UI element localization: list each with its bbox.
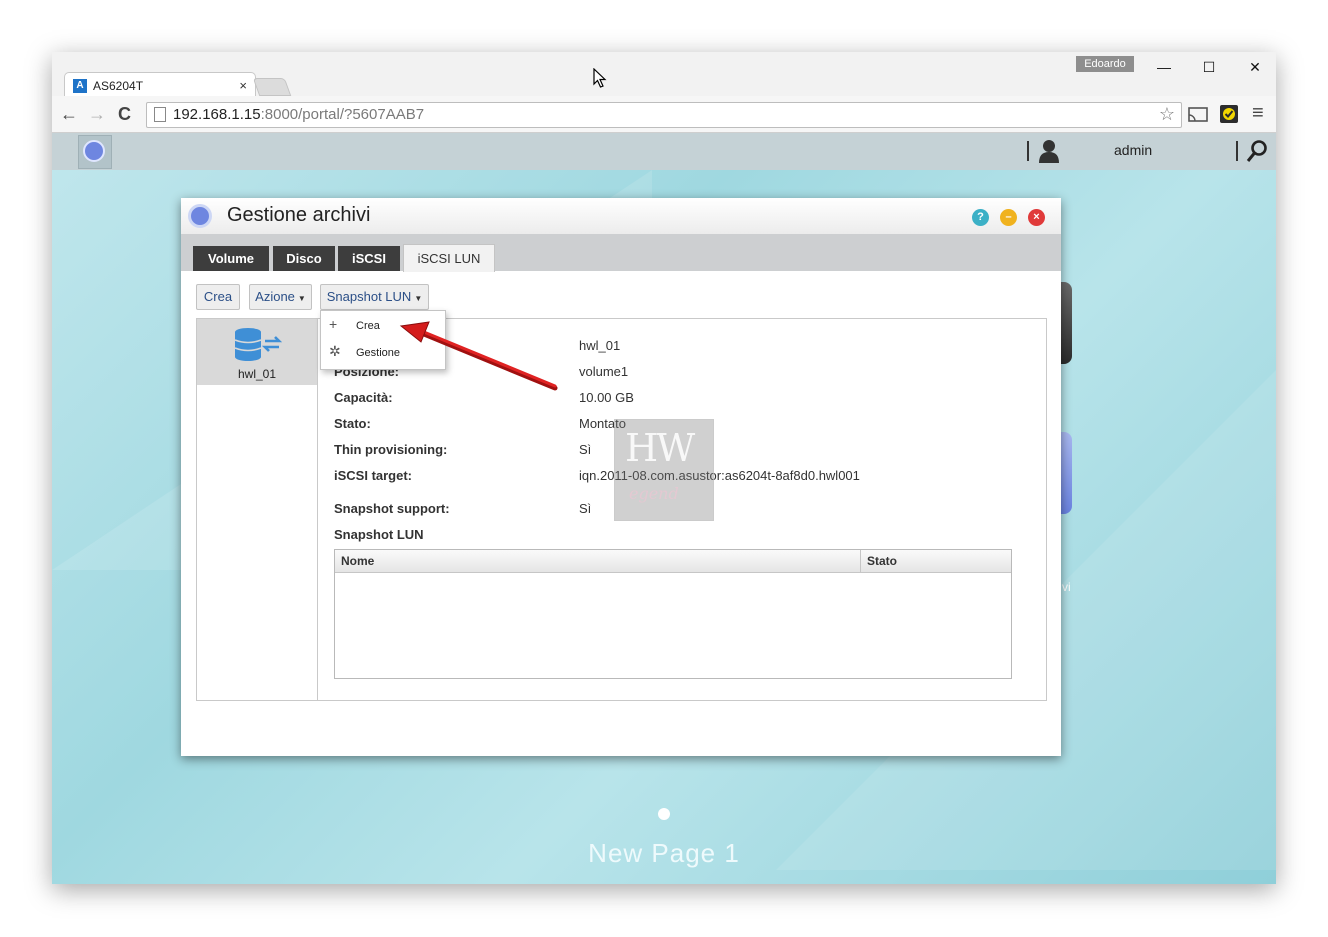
browser-window: A AS6204T × Edoardo — ☐ ✕ ← → C 192.168.…: [52, 52, 1276, 884]
help-button[interactable]: ?: [972, 209, 989, 226]
lun-name: hwl_01: [237, 367, 277, 381]
posizione-value: volume1: [579, 364, 629, 379]
window-tabs: Volume Disco iSCSI iSCSI LUN: [181, 234, 1061, 272]
nas-home-button[interactable]: [78, 135, 112, 169]
snapshot-lun-menu: + Crea ✲ Gestione: [320, 310, 446, 370]
watermark-logo: HW egend: [614, 419, 714, 521]
table-header: Nome Stato: [335, 550, 1011, 573]
url-text[interactable]: 192.168.1.15:8000/portal/?5607AAB7: [173, 106, 424, 123]
gear-icon: ✲: [329, 343, 341, 359]
browser-tab[interactable]: A AS6204T ×: [64, 72, 256, 99]
snapshot-support-value: Sì: [579, 501, 592, 516]
bar-divider: [1236, 141, 1238, 161]
user-icon[interactable]: [1038, 139, 1060, 163]
tab-volume[interactable]: Volume: [193, 246, 269, 271]
capacita-value: 10.00 GB: [579, 390, 634, 405]
snapshot-table: Nome Stato: [334, 549, 1012, 679]
window-close-button[interactable]: ✕: [1240, 58, 1270, 76]
window-title: Gestione archivi: [227, 204, 371, 226]
admin-username[interactable]: admin: [1114, 142, 1152, 158]
iscsi-target-label: iSCSI target:: [334, 468, 413, 483]
tab-disco[interactable]: Disco: [273, 246, 335, 271]
reload-icon[interactable]: C: [118, 104, 131, 125]
snapshot-support-label: Snapshot support:: [334, 501, 450, 516]
lun-list: hwl_01: [196, 318, 318, 701]
stato-label: Stato:: [334, 416, 371, 431]
browser-toolbar: ← → C 192.168.1.15:8000/portal/?5607AAB7…: [52, 96, 1276, 133]
column-header-stato[interactable]: Stato: [867, 554, 897, 568]
snapshot-lun-dropdown-button[interactable]: Snapshot LUN ▼: [320, 284, 429, 310]
capacita-label: Capacità:: [334, 390, 393, 405]
back-icon[interactable]: ←: [60, 104, 78, 125]
database-icon: [234, 328, 283, 361]
create-button[interactable]: Crea: [196, 284, 240, 310]
action-dropdown-button[interactable]: Azione ▼: [249, 284, 312, 310]
storage-manager-icon: [188, 204, 212, 228]
adm-logo-icon: [83, 140, 105, 162]
window-maximize-button[interactable]: ☐: [1194, 58, 1224, 76]
asustor-favicon-icon: A: [73, 79, 87, 93]
window-header[interactable]: Gestione archivi ? – ×: [181, 198, 1061, 234]
column-divider[interactable]: [860, 550, 861, 572]
storage-manager-window: Gestione archivi ? – × Volume Disco iSCS…: [181, 198, 1061, 756]
snapshot-lun-label: Snapshot LUN: [334, 527, 424, 542]
caret-down-icon: ▼: [414, 294, 423, 303]
extension-check-icon[interactable]: [1220, 105, 1238, 123]
tab-close-icon[interactable]: ×: [239, 78, 247, 93]
bookmark-star-icon[interactable]: ☆: [1159, 104, 1175, 125]
plus-icon: +: [329, 316, 338, 332]
tab-title: AS6204T: [93, 79, 144, 93]
menu-item-crea[interactable]: + Crea: [321, 312, 445, 339]
minimize-button[interactable]: –: [1000, 209, 1017, 226]
menu-item-label: Crea: [356, 320, 380, 332]
tab-iscsi[interactable]: iSCSI: [338, 246, 400, 271]
page-icon: [154, 107, 166, 122]
close-button[interactable]: ×: [1028, 209, 1045, 226]
profile-badge[interactable]: Edoardo: [1076, 56, 1134, 72]
thin-provisioning-label: Thin provisioning:: [334, 442, 448, 457]
cast-icon[interactable]: [1188, 107, 1208, 123]
new-tab-button[interactable]: [252, 78, 292, 96]
column-header-nome[interactable]: Nome: [341, 554, 374, 568]
menu-item-label: Gestione: [356, 347, 401, 359]
browser-menu-icon[interactable]: ≡: [1252, 102, 1264, 125]
address-bar[interactable]: 192.168.1.15:8000/portal/?5607AAB7 ☆: [146, 102, 1182, 128]
thin-provisioning-value: Sì: [579, 442, 592, 457]
desktop-page-label: New Page 1: [588, 838, 740, 868]
tab-iscsi-lun[interactable]: iSCSI LUN: [403, 244, 495, 272]
caret-down-icon: ▼: [297, 294, 306, 303]
search-icon[interactable]: [1246, 139, 1268, 163]
page-indicator-dot[interactable]: [658, 808, 670, 820]
forward-icon[interactable]: →: [88, 104, 106, 125]
menu-item-gestione[interactable]: ✲ Gestione: [321, 339, 445, 366]
desktop-icon-label: vi: [1062, 580, 1071, 594]
name-value: hwl_01: [579, 338, 621, 353]
mouse-cursor-icon: [593, 68, 607, 88]
nas-top-bar: admin: [52, 133, 1276, 170]
window-minimize-button[interactable]: —: [1149, 58, 1179, 76]
bar-divider: [1027, 141, 1029, 161]
browser-titlebar: A AS6204T × Edoardo — ☐ ✕: [52, 52, 1276, 99]
list-item[interactable]: hwl_01: [197, 319, 317, 385]
